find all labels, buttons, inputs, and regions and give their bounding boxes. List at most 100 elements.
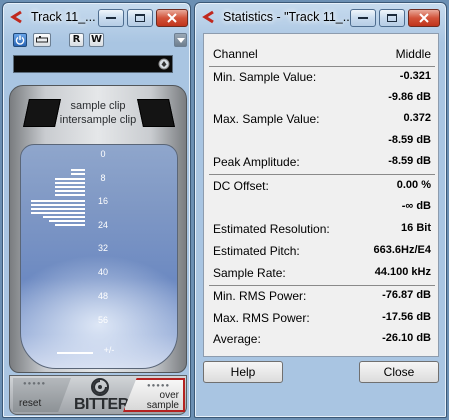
bit-bar <box>55 194 85 196</box>
bit-bar <box>31 200 85 202</box>
scale-label: +/- <box>103 345 115 355</box>
close-window-button[interactable] <box>156 9 188 27</box>
scale-label: 24 <box>97 220 108 230</box>
bit-bar <box>43 216 85 218</box>
close-button[interactable]: Close <box>359 361 439 383</box>
cubase-logo-icon <box>10 10 22 24</box>
bit-bar <box>71 169 85 171</box>
bit-bar <box>55 190 85 192</box>
statistics-window: Statistics - "Track 11_... Channel Middl… <box>194 2 447 418</box>
stat-label: Estimated Resolution: <box>213 222 330 236</box>
stat-value: -9.86 dB <box>388 91 431 103</box>
stat-value: -8.59 dB <box>388 134 431 146</box>
scale-label: 40 <box>97 267 108 277</box>
bit-bar <box>49 220 85 222</box>
stat-value: 0.00 % <box>396 179 431 191</box>
zero-bit-bar <box>57 352 93 354</box>
maximize-button[interactable] <box>379 9 405 27</box>
stat-value: 16 Bit <box>401 222 431 234</box>
scale-label: 8 <box>100 173 106 183</box>
stat-row: Sample Rate: 44.100 kHz <box>204 262 440 284</box>
reset-button[interactable]: ●●●●● reset <box>13 378 71 412</box>
channel-header-row: Channel Middle <box>204 43 440 65</box>
bitter-brand-label: BITTER <box>74 396 129 413</box>
statistics-panel: Channel Middle Min. Sample Value: -0.321… <box>203 33 439 357</box>
sample-clip-label: sample clip <box>70 100 126 112</box>
preset-menu-button[interactable] <box>174 33 187 47</box>
bitter-plugin-panel: sample clip intersample clip 0 8 16 24 3… <box>9 85 187 373</box>
scale-label: 0 <box>100 149 106 159</box>
channel-label: Channel <box>213 47 258 61</box>
minimize-button[interactable] <box>350 9 376 27</box>
stat-value: -0.321 <box>399 70 431 82</box>
plugin-titlebar[interactable]: Track 11_... <box>3 3 190 31</box>
power-button[interactable] <box>13 33 27 47</box>
stat-value: -∞ dB <box>401 200 431 212</box>
bit-bar <box>31 208 85 210</box>
bit-bar <box>55 186 85 188</box>
stat-label: Estimated Pitch: <box>213 244 300 258</box>
intersample-clip-label: intersample clip <box>59 114 137 126</box>
close-icon <box>419 13 429 23</box>
stat-row: Estimated Pitch: 663.6Hz/E4 <box>204 240 440 262</box>
stat-label: Max. RMS Power: <box>213 311 310 325</box>
bit-meter: 0 8 16 24 32 40 48 56 +/- <box>20 144 178 369</box>
close-icon <box>167 13 177 23</box>
stat-value: -76.87 dB <box>382 289 431 301</box>
stat-row: -9.86 dB <box>204 87 440 109</box>
stat-row: Average: -26.10 dB <box>204 328 440 350</box>
stat-row: Estimated Resolution: 16 Bit <box>204 218 440 240</box>
scale-label: 16 <box>97 196 108 206</box>
stat-value: 0.372 <box>403 112 431 124</box>
bit-bar <box>31 212 85 214</box>
stat-row: DC Offset: 0.00 % <box>204 175 440 197</box>
preset-display[interactable] <box>13 55 173 73</box>
stat-row: Max. RMS Power: -17.56 dB <box>204 307 440 329</box>
stat-label: DC Offset: <box>213 179 269 193</box>
bit-bar <box>71 173 85 175</box>
power-icon <box>15 35 25 45</box>
bit-bar <box>55 224 85 226</box>
stat-row: Max. Sample Value: 0.372 <box>204 108 440 130</box>
maximize-icon <box>135 14 145 22</box>
read-automation-button[interactable]: R <box>69 33 84 47</box>
stat-label: Peak Amplitude: <box>213 155 300 169</box>
sample-label: sample <box>146 400 179 411</box>
stat-label: Average: <box>213 332 261 346</box>
stat-row: Min. Sample Value: -0.321 <box>204 66 440 88</box>
plugin-window-title: Track 11_... <box>31 10 96 24</box>
stat-value: -8.59 dB <box>388 155 431 167</box>
channel-value: Middle <box>395 47 431 61</box>
minimize-icon <box>358 17 368 19</box>
stat-value: -17.56 dB <box>382 311 431 323</box>
scale-label: 48 <box>97 291 108 301</box>
statistics-titlebar[interactable]: Statistics - "Track 11_... <box>195 3 446 31</box>
maximize-button[interactable] <box>127 9 153 27</box>
plugin-toolbar: R W <box>11 33 189 47</box>
stat-row: -∞ dB <box>204 196 440 218</box>
bypass-icon <box>36 36 48 43</box>
stat-label: Max. Sample Value: <box>213 112 320 126</box>
bit-bar <box>55 178 85 180</box>
statistics-window-title: Statistics - "Track 11_... <box>223 10 354 24</box>
cubase-logo-icon <box>202 10 214 24</box>
close-window-button[interactable] <box>408 9 440 27</box>
preset-options-icon[interactable] <box>158 58 170 70</box>
over-sample-button[interactable]: ●●●●● over sample <box>123 378 185 412</box>
minimize-button[interactable] <box>98 9 124 27</box>
maximize-icon <box>387 14 397 22</box>
plugin-window: Track 11_... R W sample clip intersample… <box>2 2 191 418</box>
stat-row: Peak Amplitude: -8.59 dB <box>204 151 440 173</box>
stat-row: -8.59 dB <box>204 130 440 152</box>
help-button[interactable]: Help <box>203 361 283 383</box>
minimize-icon <box>106 17 116 19</box>
stat-label: Min. RMS Power: <box>213 289 307 303</box>
stat-value: 44.100 kHz <box>374 266 431 278</box>
bypass-button[interactable] <box>33 33 51 47</box>
bit-bar <box>31 204 85 206</box>
write-automation-button[interactable]: W <box>89 33 104 47</box>
plugin-bottom-panel: ●●●●● reset BITTER ●●●●● over sample <box>9 375 187 415</box>
bit-bar <box>55 182 85 184</box>
reset-label: reset <box>19 398 42 409</box>
stat-value: -26.10 dB <box>382 332 431 344</box>
